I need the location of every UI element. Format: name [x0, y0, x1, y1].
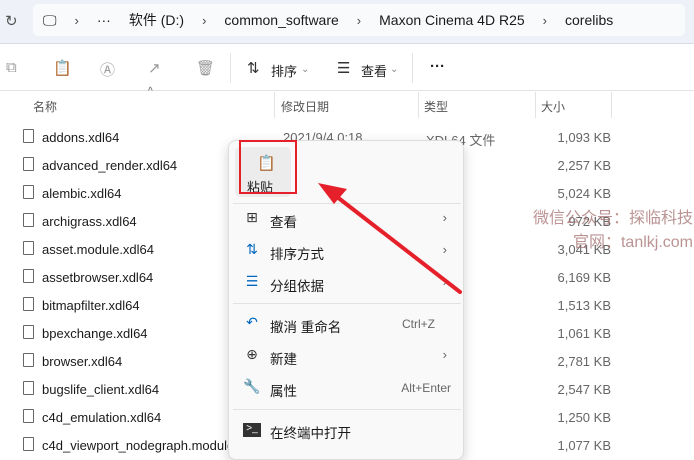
- annotation-arrow: [318, 183, 462, 294]
